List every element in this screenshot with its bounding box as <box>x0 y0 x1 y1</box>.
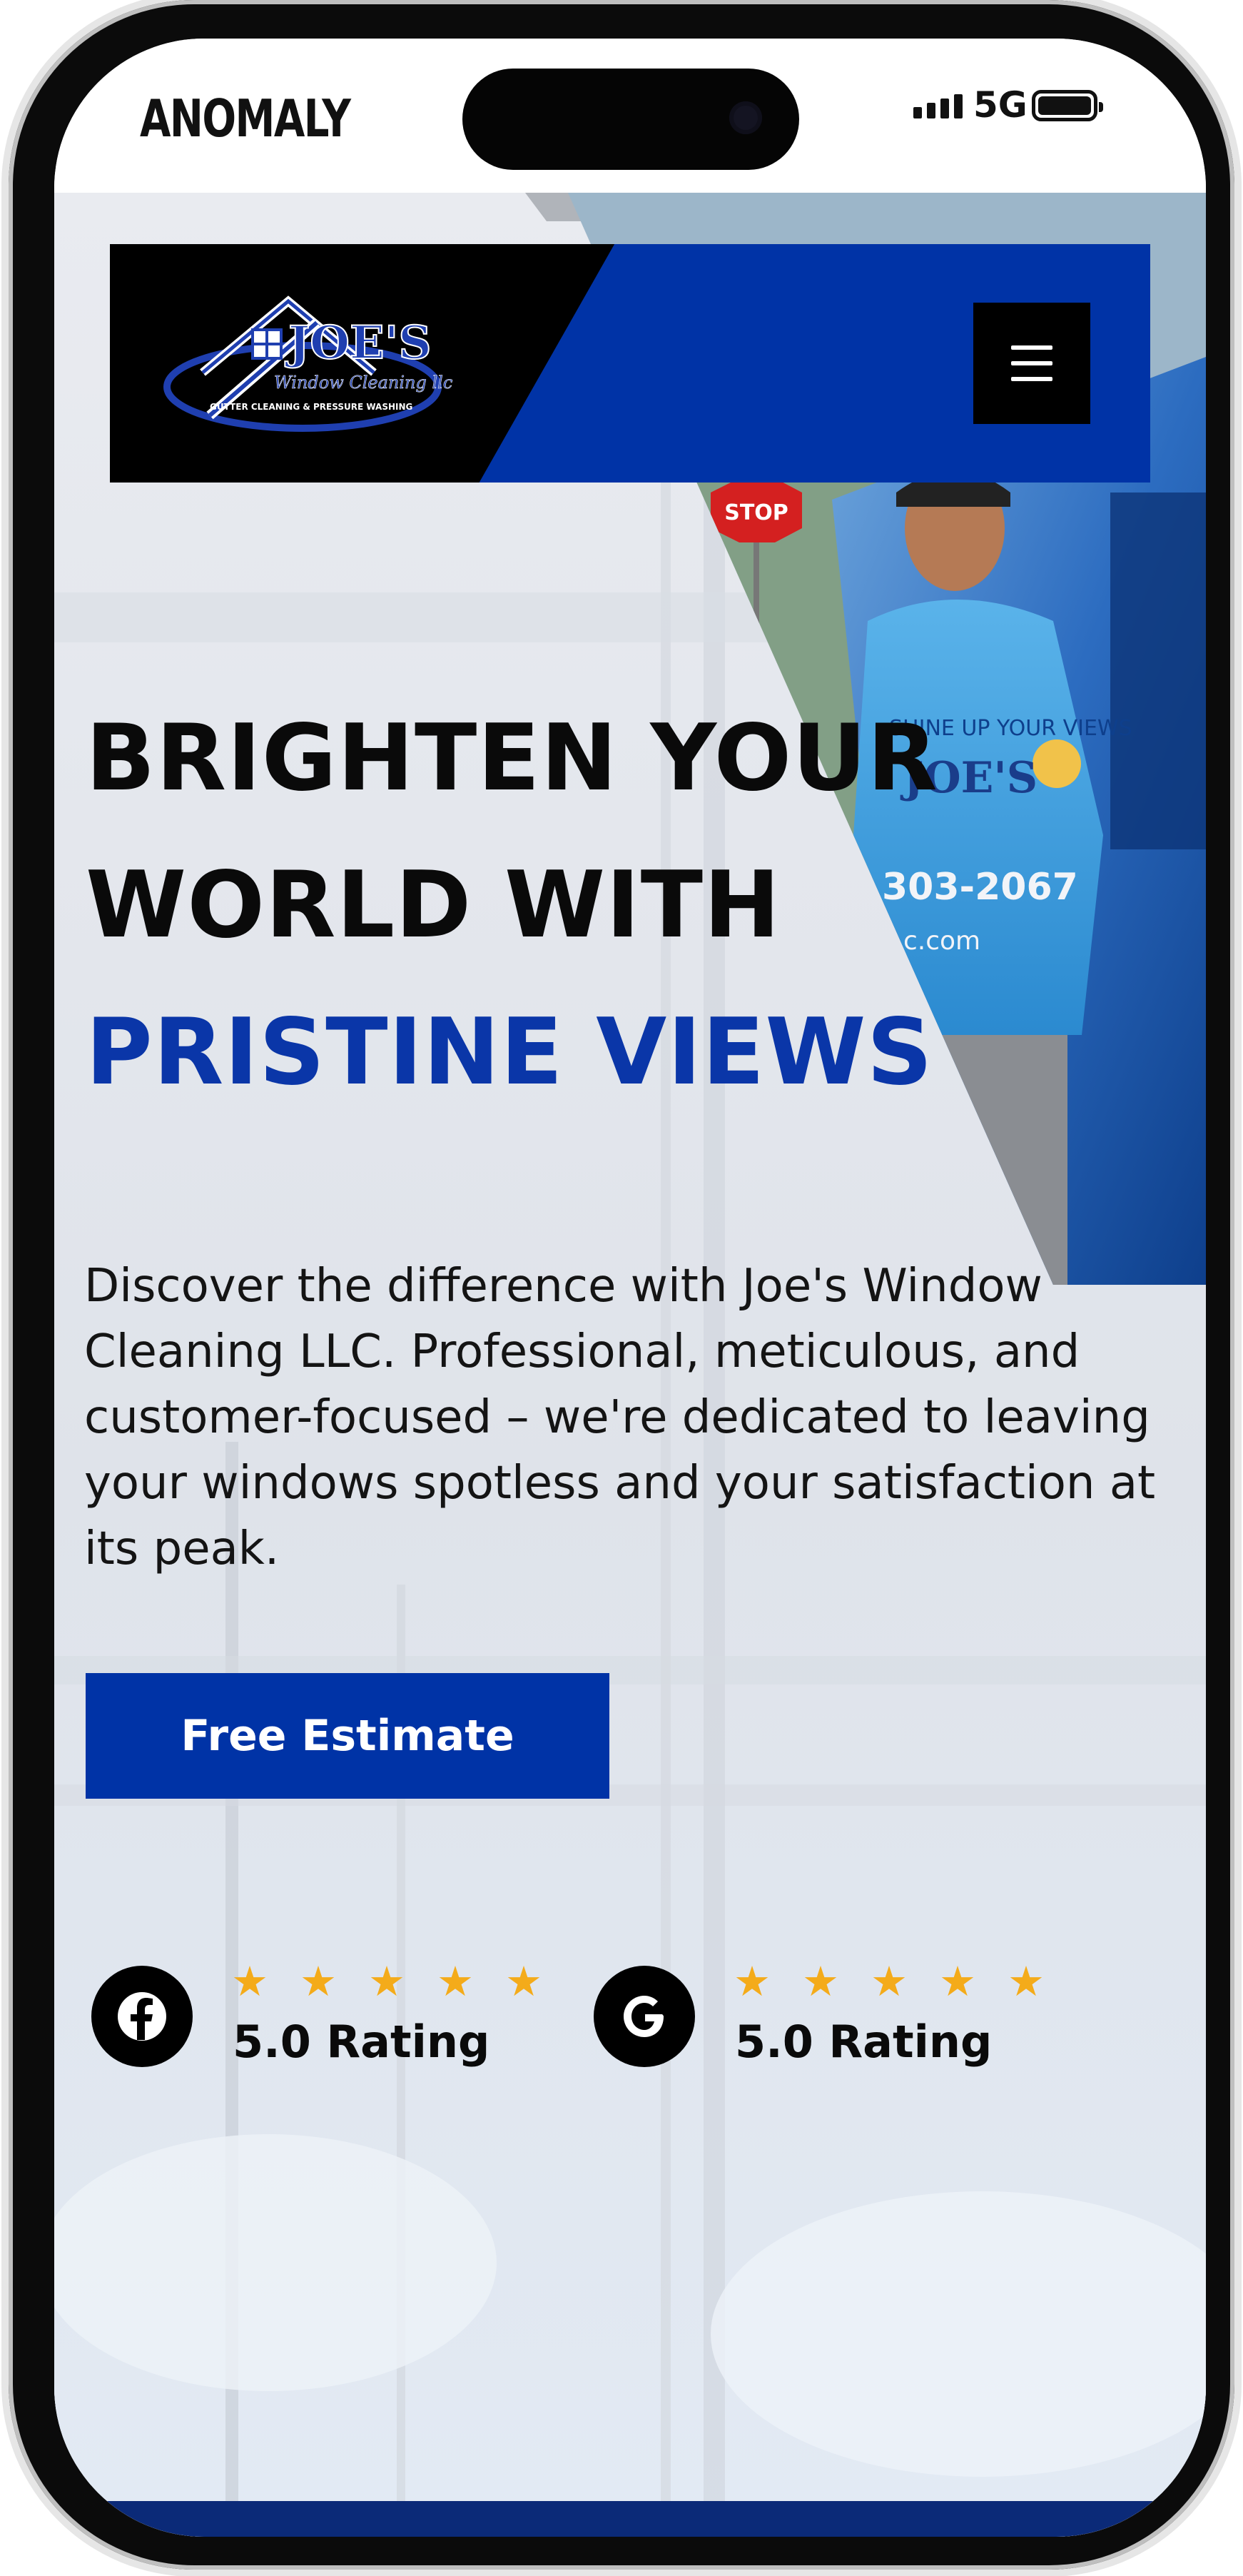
hero-headline: BRIGHTEN YOUR WORLD WITH PRISTINE VIEWS <box>86 685 938 1126</box>
stop-sign-text: STOP <box>724 500 788 525</box>
phone-screen: ANOMALY 5G STOP SHINE UP YOUR VIEWS JOE'… <box>54 39 1206 2537</box>
phone-frame: ANOMALY 5G STOP SHINE UP YOUR VIEWS JOE'… <box>9 0 1234 2570</box>
logo-subtitle: Window Cleaning llc <box>274 373 452 393</box>
star-icon: ★ <box>437 1957 474 2006</box>
next-section-edge <box>54 2501 1206 2537</box>
site-header: JOE'S Window Cleaning llc GUTTER CLEANIN… <box>110 244 1150 483</box>
signal-icon <box>913 94 963 118</box>
google-icon <box>594 1966 695 2067</box>
carrier-label: ANOMALY <box>140 89 351 148</box>
google-rating-label: 5.0 Rating <box>735 2016 993 2068</box>
google-stars: ★ ★ ★ ★ ★ <box>734 1959 1045 2004</box>
star-icon: ★ <box>231 1957 268 2006</box>
star-icon: ★ <box>368 1957 405 2006</box>
star-icon: ★ <box>939 1957 976 2006</box>
logo-tagline: GUTTER CLEANING & PRESSURE WASHING <box>210 402 412 412</box>
network-label: 5G <box>973 84 1028 126</box>
hero-section: STOP SHINE UP YOUR VIEWS JOE'S 303-2067 … <box>54 193 1206 2537</box>
hero-description: Discover the difference with Joe's Windo… <box>84 1260 1156 1575</box>
facebook-rating-label: 5.0 Rating <box>233 2016 490 2068</box>
dynamic-island <box>462 69 799 170</box>
star-icon: ★ <box>871 1957 908 2006</box>
free-estimate-button[interactable]: Free Estimate <box>86 1673 609 1799</box>
hamburger-icon <box>1011 345 1052 350</box>
company-logo[interactable]: JOE'S Window Cleaning llc GUTTER CLEANIN… <box>153 273 488 444</box>
headline-line-3: PRISTINE VIEWS <box>86 999 933 1106</box>
headline-line-1: BRIGHTEN YOUR <box>86 705 938 812</box>
star-icon: ★ <box>1008 1957 1045 2006</box>
star-icon: ★ <box>802 1957 839 2006</box>
logo-name: JOE'S <box>285 316 432 370</box>
status-bar: ANOMALY 5G <box>54 39 1206 193</box>
star-icon: ★ <box>734 1957 771 2006</box>
star-icon: ★ <box>300 1957 337 2006</box>
camera-icon <box>729 101 762 134</box>
facebook-stars: ★ ★ ★ ★ ★ <box>231 1959 542 2004</box>
facebook-icon <box>91 1966 193 2067</box>
battery-icon <box>1032 90 1103 121</box>
hamburger-menu-button[interactable] <box>973 303 1090 424</box>
headline-line-2: WORLD WITH <box>86 852 781 959</box>
star-icon: ★ <box>505 1957 542 2006</box>
